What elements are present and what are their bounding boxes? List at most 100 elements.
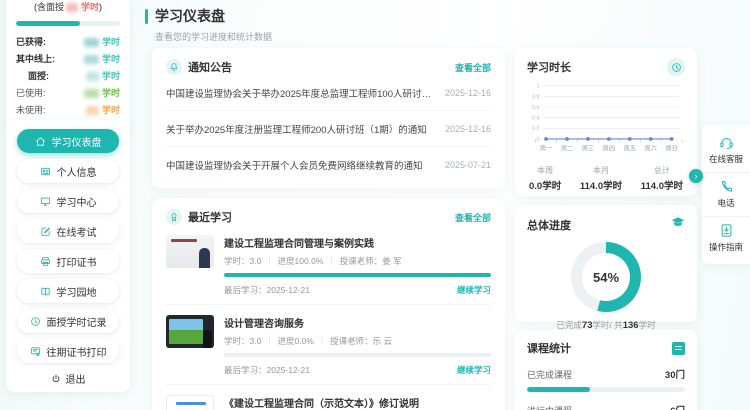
svg-text:周四: 周四 — [603, 145, 615, 152]
notices-title: 通知公告 — [188, 59, 232, 75]
sidebar-item-label: 学习园地 — [57, 284, 97, 299]
credit-progress-bar — [16, 21, 120, 26]
stat-row-used: 已使用: 学时 — [16, 86, 120, 99]
sidebar-item-dashboard[interactable]: 学习仪表盘 — [17, 129, 119, 153]
course-thumbnail[interactable] — [166, 315, 214, 348]
edit-icon — [40, 226, 51, 237]
page-title: 学习仪表盘 — [155, 6, 272, 26]
logout-label: 退出 — [66, 371, 86, 386]
online-service-button[interactable]: 在线客服 — [702, 129, 750, 173]
progress-donut: 54% — [571, 242, 641, 312]
notice-item[interactable]: 中国建设监理协会关于举办2025年度总监理工程师100人研讨班的通知 2025-… — [166, 75, 491, 111]
page-subtitle: 查看您的学习进度和统计数据 — [155, 30, 272, 43]
completed-courses-bar — [527, 387, 685, 392]
course-title[interactable]: 设计管理咨询服务 — [224, 315, 491, 330]
clock-record-icon — [30, 316, 41, 327]
course-thumbnail[interactable] — [166, 235, 214, 268]
notice-text: 中国建设监理协会关于举办2025年度总监理工程师100人研讨班的通知 — [166, 86, 435, 100]
svg-text:周一: 周一 — [540, 145, 552, 152]
svg-text:0.2: 0.2 — [532, 126, 539, 132]
sidebar-item-label: 往期证书打印 — [47, 344, 107, 359]
notice-date: 2025-12-16 — [445, 124, 491, 134]
clock-icon — [667, 58, 685, 76]
redacted-value — [86, 106, 99, 115]
notice-date: 2025-12-16 — [445, 88, 491, 98]
notices-card: 通知公告 查看全部 中国建设监理协会关于举办2025年度总监理工程师100人研讨… — [152, 48, 505, 188]
sidebar-item-print-certificate[interactable]: 打印证书 — [17, 249, 119, 273]
phone-button[interactable]: 电话 — [702, 173, 750, 217]
recent-view-all-link[interactable]: 查看全部 — [455, 211, 491, 224]
redacted-value — [66, 3, 78, 12]
sidebar-item-label: 在线考试 — [57, 224, 97, 239]
credit-stats-card: (含面授 学时) 已获得: 学时 其中线上: 学时 面授: 学时 已使用: 学时… — [6, 0, 130, 130]
notice-date: 2025-07-21 — [445, 160, 491, 170]
last-studied: 最后学习：2025-12-21 — [224, 284, 310, 296]
redacted-value — [84, 89, 99, 98]
completed-courses-row: 已完成课程30门 — [527, 367, 685, 381]
sidebar-item-label: 学习中心 — [57, 194, 97, 209]
overall-progress-title: 总体进度 — [527, 217, 571, 233]
sidebar-item-online-exam[interactable]: 在线考试 — [17, 219, 119, 243]
sidebar-item-learning-center[interactable]: 学习中心 — [17, 189, 119, 213]
course-item: 设计管理咨询服务 学时：3.0| 进度0.0%| 授课老师：乐 云 最后学习：2… — [166, 305, 491, 385]
sidebar-item-label: 学习仪表盘 — [52, 134, 102, 149]
redacted-value — [84, 55, 99, 64]
logout-button[interactable]: 退出 — [6, 371, 130, 386]
inprogress-courses-row: 进行中课程6门 — [527, 403, 685, 410]
course-title[interactable]: 《建设工程监理合同（示范文本）》修订说明 — [224, 395, 491, 410]
last-studied: 最后学习：2025-12-21 — [224, 364, 310, 376]
notice-text: 中国建设监理协会关于开展个人会员免费网络继续教育的通知 — [166, 158, 435, 172]
course-thumbnail[interactable] — [166, 395, 214, 410]
study-time-card: 学习时长 1 0.8 0.6 0.4 0.2 0 — [515, 48, 697, 196]
sidebar-item-label: 面授学时记录 — [47, 314, 107, 329]
notice-item[interactable]: 关于举办2025年度注册监理工程师200人研讨班（1期）的通知 2025-12-… — [166, 111, 491, 147]
redacted-value — [86, 72, 99, 81]
guide-label: 操作指南 — [709, 241, 743, 253]
recent-study-card: 最近学习 查看全部 建设工程监理合同管理与案例实践 学时：3.0| 进度100.… — [152, 198, 505, 410]
graduation-cap-icon — [671, 215, 685, 234]
progress-percent: 54% — [571, 242, 641, 312]
sidebar-item-learning-garden[interactable]: 学习园地 — [17, 279, 119, 303]
phone-label: 电话 — [717, 197, 734, 209]
course-stats-title: 课程统计 — [527, 340, 571, 356]
panel-collapse-toggle[interactable]: › — [689, 169, 703, 183]
stat-row-face: 面授: 学时 — [16, 69, 120, 82]
svg-text:周二: 周二 — [561, 145, 573, 152]
notice-text: 关于举办2025年度注册监理工程师200人研讨班（1期）的通知 — [166, 122, 435, 136]
home-icon — [35, 136, 46, 147]
stat-row-earned: 已获得: 学时 — [16, 35, 120, 48]
list-icon — [672, 342, 685, 355]
headset-icon — [719, 135, 734, 150]
help-float-panel: 在线客服 电话 操作指南 — [702, 125, 750, 264]
course-title[interactable]: 建设工程监理合同管理与案例实践 — [224, 235, 491, 250]
course-item: 《建设工程监理合同（示范文本）》修订说明 学时：4.0| 进度99.0%| 授课… — [166, 385, 491, 410]
face-to-face-hours-note: (含面授 学时) — [16, 0, 120, 13]
svg-text:周六: 周六 — [645, 144, 657, 152]
svg-text:0.6: 0.6 — [532, 105, 539, 111]
sidebar-item-label: 个人信息 — [57, 164, 97, 179]
svg-text:周五: 周五 — [624, 145, 636, 152]
overall-progress-card: 总体进度 54% 已完成73学时/ 共136学时 继续学习 — [515, 205, 697, 322]
course-meta: 学时：3.0| 进度100.0%| 授课老师：姜 军 — [224, 255, 491, 267]
guide-button[interactable]: 操作指南 — [702, 217, 750, 260]
notices-view-all-link[interactable]: 查看全部 — [455, 61, 491, 74]
sidebar-item-past-certificates[interactable]: 往期证书打印 — [17, 339, 119, 363]
sidebar-item-profile[interactable]: 个人信息 — [17, 159, 119, 183]
monitor-icon — [40, 196, 51, 207]
course-progress-bar — [224, 273, 491, 277]
course-meta: 学时：3.0| 进度0.0%| 授课老师：乐 云 — [224, 335, 491, 347]
notice-item[interactable]: 中国建设监理协会关于开展个人会员免费网络继续教育的通知 2025-07-21 — [166, 147, 491, 183]
sidebar-menu: 学习仪表盘 个人信息 学习中心 在线考试 打印证书 学习园地 面授学时记录 往期… — [6, 120, 130, 392]
power-icon — [51, 374, 61, 384]
title-accent-bar — [145, 9, 148, 24]
continue-study-link[interactable]: 继续学习 — [457, 284, 491, 296]
continue-study-link[interactable]: 继续学习 — [457, 364, 491, 376]
study-time-totals: 本周0.0学时 本月114.0学时 总计114.0学时 — [527, 165, 685, 192]
medal-icon — [166, 209, 182, 225]
recent-study-title: 最近学习 — [188, 209, 232, 225]
svg-text:0: 0 — [537, 137, 540, 143]
certificate-icon — [30, 346, 41, 357]
study-time-chart: 1 0.8 0.6 0.4 0.2 0 周一 周二 周三 周四 周五 周六 周日 — [527, 80, 685, 163]
sidebar-item-face-hours-record[interactable]: 面授学时记录 — [17, 309, 119, 333]
svg-text:0.8: 0.8 — [532, 94, 539, 100]
